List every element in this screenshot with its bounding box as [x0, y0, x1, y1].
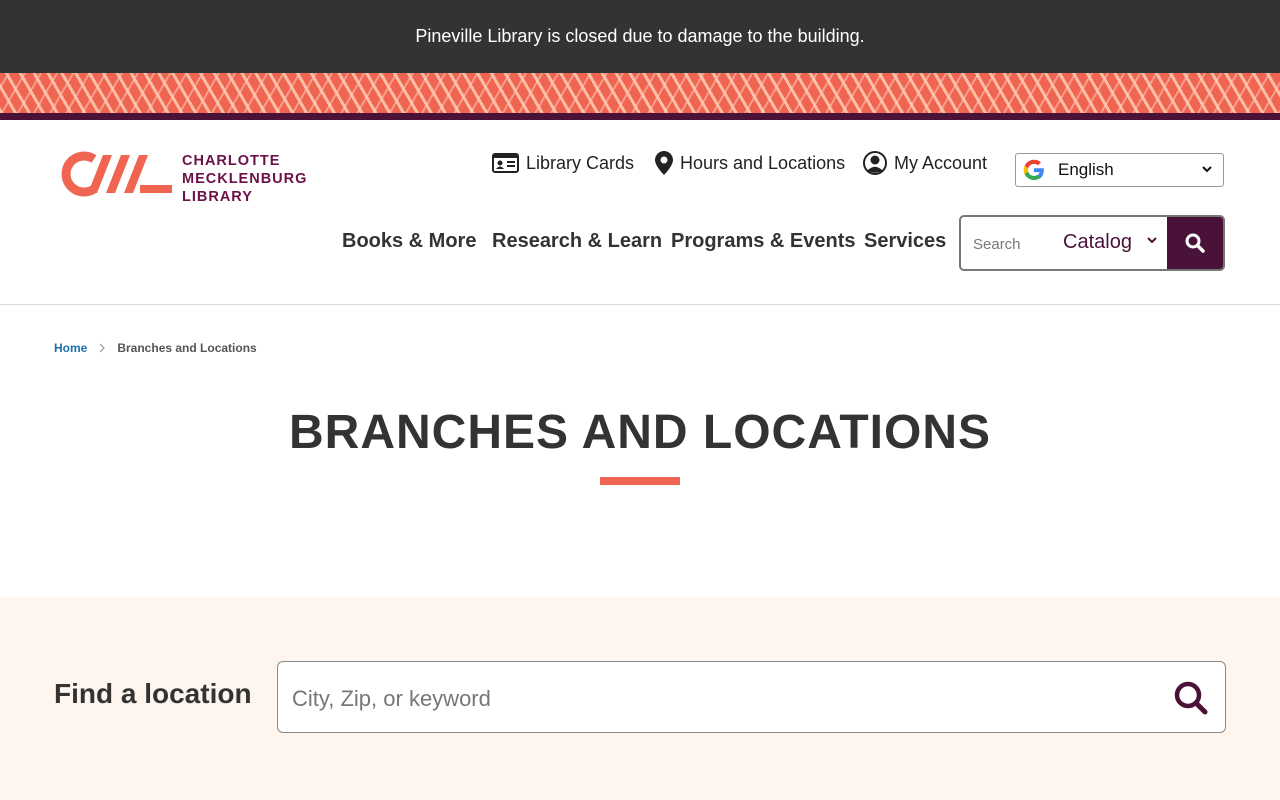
- logo-line-3: LIBRARY: [182, 189, 253, 205]
- logo-line-1: CHARLOTTE: [182, 153, 281, 169]
- site-logo[interactable]: CHARLOTTE MECKLENBURG LIBRARY: [54, 151, 306, 205]
- breadcrumb-current: Branches and Locations: [117, 341, 257, 355]
- library-cards-label: Library Cards: [526, 152, 635, 173]
- library-cards-link[interactable]: Library Cards: [492, 150, 634, 176]
- my-account-link[interactable]: My Account: [863, 150, 987, 176]
- find-location-label: Find a location: [54, 678, 252, 709]
- find-location-search-button[interactable]: [1173, 680, 1209, 721]
- id-card-icon: [492, 153, 519, 173]
- my-account-label: My Account: [894, 152, 988, 173]
- nav-programs-events[interactable]: Programs & Events: [671, 230, 856, 253]
- chevron-right-icon: [99, 343, 106, 353]
- decorative-divider: [0, 113, 1280, 120]
- user-circle-icon: [863, 151, 887, 175]
- alert-banner: Pineville Library is closed due to damag…: [0, 0, 1280, 73]
- breadcrumb-home[interactable]: Home: [54, 341, 87, 355]
- language-value: English: [1058, 160, 1114, 179]
- chevron-down-icon: [1147, 237, 1157, 244]
- header-search-button[interactable]: [1167, 217, 1223, 269]
- hours-locations-link[interactable]: Hours and Locations: [655, 150, 845, 176]
- breadcrumb: Home Branches and Locations: [54, 341, 257, 355]
- logo-wordmark: CHARLOTTE MECKLENBURG LIBRARY: [182, 152, 307, 206]
- hours-locations-label: Hours and Locations: [680, 152, 846, 173]
- logo-line-2: MECKLENBURG: [182, 171, 308, 187]
- nav-books-more[interactable]: Books & More: [342, 230, 476, 253]
- find-location-input[interactable]: [290, 682, 1154, 716]
- alert-text: Pineville Library is closed due to damag…: [415, 26, 865, 46]
- find-location-box: [277, 661, 1226, 733]
- title-underline: [600, 477, 680, 485]
- map-pin-icon: [655, 151, 673, 175]
- nav-research-learn[interactable]: Research & Learn: [492, 230, 662, 253]
- search-icon: [1185, 233, 1205, 253]
- chevron-down-icon: [1202, 166, 1212, 173]
- language-select[interactable]: English: [1015, 153, 1224, 187]
- page-title: BRANCHES AND LOCATIONS: [289, 406, 991, 459]
- nav-services[interactable]: Services: [864, 230, 946, 253]
- logo-mark: [61, 151, 172, 197]
- header-search-input[interactable]: [971, 230, 1055, 258]
- site-header: CHARLOTTE MECKLENBURG LIBRARY Library Ca…: [0, 120, 1280, 305]
- header-search: Catalog: [959, 215, 1225, 271]
- search-scope-select[interactable]: Catalog: [1063, 231, 1132, 254]
- decorative-pattern: [0, 73, 1280, 113]
- search-icon: [1174, 681, 1208, 715]
- find-location-section: Find a location: [0, 597, 1280, 800]
- google-icon: [1023, 159, 1044, 180]
